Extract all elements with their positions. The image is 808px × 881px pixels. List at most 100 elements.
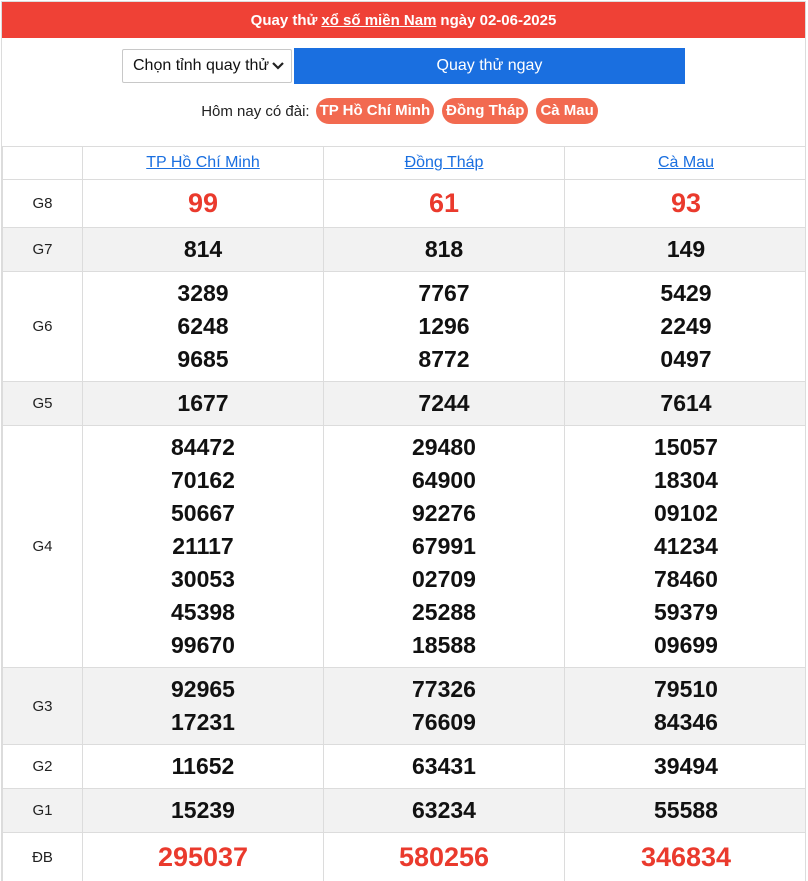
result-cell: 7614 (564, 381, 805, 426)
result-cell: 84472 70162 50667 21117 30053 45398 99670 (82, 425, 324, 668)
result-cell: 63431 (323, 744, 565, 789)
controls-bar: Chọn tỉnh quay thử Quay thử ngay (2, 48, 805, 84)
table-row: G3 92965 17231 77326 76609 79510 84346 (2, 667, 805, 745)
result-number: 92965 (171, 676, 235, 702)
result-cell: 79510 84346 (564, 667, 805, 745)
header-link-xsmn[interactable]: xổ số miền Nam (321, 12, 436, 29)
result-cell: 93 (564, 179, 805, 228)
result-number: 346834 (640, 842, 732, 872)
result-cell: 346834 (564, 832, 805, 881)
result-cell: 814 (82, 227, 324, 272)
table-row: G4 84472 70162 50667 21117 30053 45398 99670 294… (2, 425, 805, 668)
result-cell: 15239 (82, 788, 324, 833)
result-cell: 39494 (564, 744, 805, 789)
result-number: 3289 (177, 280, 229, 306)
result-number: 30053 (171, 566, 235, 592)
result-number: 78460 (654, 566, 718, 592)
column-link-ca-mau[interactable]: Cà Mau (658, 154, 714, 171)
result-number: 39494 (654, 753, 718, 779)
result-cell: 149 (564, 227, 805, 272)
result-number: 09699 (654, 632, 718, 658)
column-link-hcm[interactable]: TP Hồ Chí Minh (146, 154, 260, 171)
column-header-dong-thap: Đồng Tháp (323, 146, 565, 180)
column-header-hcm: TP Hồ Chí Minh (82, 146, 324, 180)
table-row: G6 3289 6248 9685 7767 1296 8772 5429 2249 0497 (2, 271, 805, 382)
result-cell: 295037 (82, 832, 324, 881)
result-number: 25288 (412, 599, 476, 625)
result-number: 79510 (654, 676, 718, 702)
result-number: 61 (428, 188, 460, 218)
result-cell: 92965 17231 (82, 667, 324, 745)
province-select[interactable]: Chọn tỉnh quay thử (122, 49, 292, 83)
result-number: 92276 (412, 500, 476, 526)
result-number: 50667 (171, 500, 235, 526)
result-number: 2249 (660, 313, 712, 339)
page-header: Quay thử xổ số miền Nam ngày 02-06-2025 (2, 2, 805, 38)
result-number: 6248 (177, 313, 229, 339)
column-header-ca-mau: Cà Mau (564, 146, 805, 180)
province-pill-hcm[interactable]: TP Hồ Chí Minh (315, 98, 435, 124)
result-number: 8772 (418, 346, 470, 372)
lottery-panel: Quay thử xổ số miền Nam ngày 02-06-2025 … (1, 1, 806, 881)
today-label: Hôm nay có đài: (201, 102, 310, 120)
result-number: 5429 (660, 280, 712, 306)
result-number: 63234 (412, 797, 476, 823)
province-select-value: Chọn tỉnh quay thử (133, 57, 270, 74)
header-date: ngày 02-06-2025 (440, 11, 557, 29)
result-number: 15057 (654, 434, 718, 460)
result-number: 84346 (654, 709, 718, 735)
result-cell: 11652 (82, 744, 324, 789)
result-number: 45398 (171, 599, 235, 625)
result-number: 7614 (660, 390, 712, 416)
table-header-row: TP Hồ Chí Minh Đồng Tháp Cà Mau (2, 146, 805, 180)
result-cell: 15057 18304 09102 41234 78460 59379 09699 (564, 425, 805, 668)
corner-cell (2, 146, 83, 180)
result-cell: 99 (82, 179, 324, 228)
province-pill-dong-thap[interactable]: Đồng Tháp (442, 98, 529, 124)
result-number: 21117 (172, 533, 234, 559)
result-cell: 580256 (323, 832, 565, 881)
prize-label: ĐB (2, 832, 83, 881)
result-number: 55588 (654, 797, 718, 823)
result-number: 99670 (171, 632, 235, 658)
today-provinces: Hôm nay có đài: TP Hồ Chí Minh Đồng Tháp… (2, 98, 805, 124)
result-number: 63431 (412, 753, 476, 779)
table-row: G7 814 818 149 (2, 227, 805, 272)
results-body: G8 99 61 93 G7 814 818 149 G6 3289 6248 9685 7767 129… (2, 179, 805, 881)
table-row: G2 11652 63431 39494 (2, 744, 805, 789)
chevron-down-icon (272, 62, 284, 70)
result-cell: 61 (323, 179, 565, 228)
result-number: 7244 (418, 390, 470, 416)
result-number: 64900 (412, 467, 476, 493)
result-number: 580256 (398, 842, 490, 872)
result-number: 84472 (171, 434, 235, 460)
spin-now-button[interactable]: Quay thử ngay (294, 48, 685, 84)
prize-label: G3 (2, 667, 83, 745)
result-number: 7767 (418, 280, 470, 306)
result-number: 17231 (171, 709, 235, 735)
province-pill-ca-mau[interactable]: Cà Mau (536, 98, 598, 124)
result-cell: 5429 2249 0497 (564, 271, 805, 382)
prize-label: G1 (2, 788, 83, 833)
result-cell: 63234 (323, 788, 565, 833)
table-row: G8 99 61 93 (2, 179, 805, 228)
column-link-dong-thap[interactable]: Đồng Tháp (405, 154, 484, 171)
result-cell: 55588 (564, 788, 805, 833)
prize-label: G2 (2, 744, 83, 789)
result-number: 1677 (177, 390, 229, 416)
result-number: 70162 (171, 467, 235, 493)
result-number: 41234 (654, 533, 718, 559)
result-number: 18304 (654, 467, 718, 493)
prize-label: G5 (2, 381, 83, 426)
result-cell: 77326 76609 (323, 667, 565, 745)
result-number: 77326 (412, 676, 476, 702)
table-row: ĐB 295037 580256 346834 (2, 832, 805, 881)
result-number: 93 (670, 188, 702, 218)
result-cell: 7244 (323, 381, 565, 426)
result-number: 02709 (412, 566, 476, 592)
header-prefix: Quay thử (250, 11, 318, 29)
result-number: 295037 (157, 842, 249, 872)
result-number: 11652 (171, 753, 235, 779)
result-number: 99 (187, 188, 219, 218)
prize-label: G7 (2, 227, 83, 272)
